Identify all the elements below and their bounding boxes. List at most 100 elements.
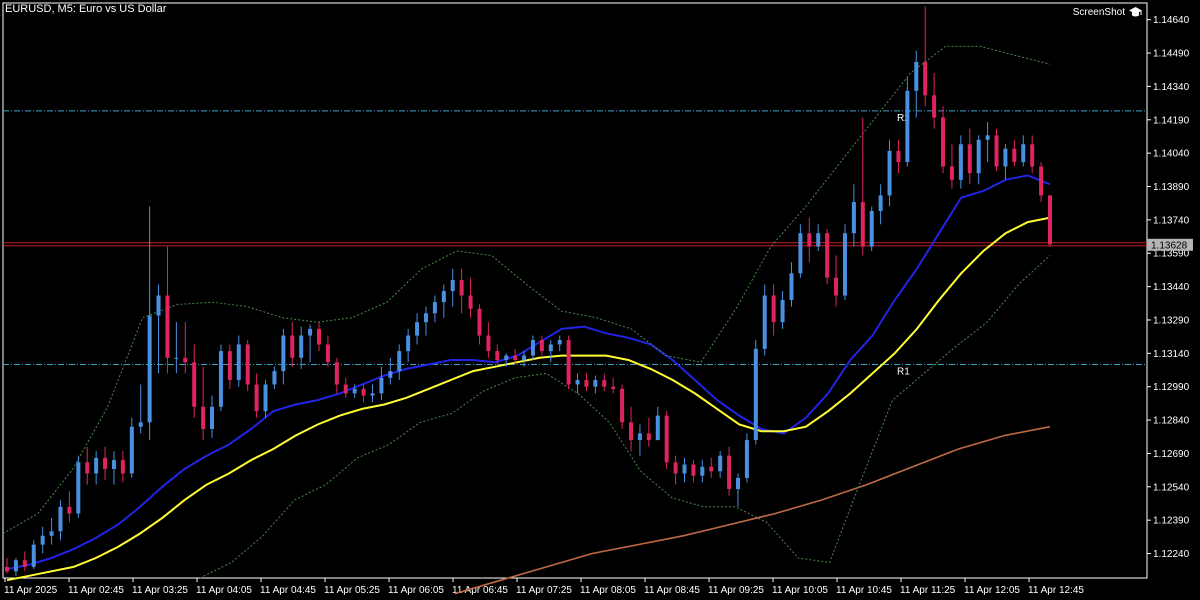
candle-body [593, 380, 598, 387]
candle-body [611, 386, 616, 389]
candle-body [575, 380, 580, 385]
candle [611, 377, 616, 394]
candle [343, 377, 348, 398]
candle [468, 277, 473, 318]
candle [530, 335, 535, 361]
candle [192, 344, 197, 418]
candle [682, 457, 687, 483]
candle-body [397, 351, 402, 372]
candle-body [76, 462, 81, 514]
mortarboard-icon [1129, 7, 1142, 17]
candle [744, 433, 749, 483]
candle-body [967, 144, 972, 174]
candle [5, 557, 9, 574]
candle-body [254, 384, 259, 412]
candle [896, 139, 901, 174]
candle-body [825, 233, 830, 278]
candle [397, 344, 402, 381]
candle [227, 344, 232, 389]
candle [1048, 195, 1052, 247]
candle-body [423, 313, 428, 323]
candle [165, 246, 170, 374]
candle-body [343, 384, 348, 394]
candle-body [477, 308, 482, 336]
candle-body [923, 61, 928, 96]
candle-body [709, 466, 714, 472]
candle-body [31, 544, 36, 567]
candle [646, 417, 651, 447]
x-axis: 11 Apr 2025 11 Apr 02:45 11 Apr 03:25 11 Ap… [4, 578, 1084, 596]
candle [147, 206, 152, 441]
candle [111, 451, 116, 485]
candle-body [138, 422, 143, 427]
candle-body [548, 344, 553, 352]
candle [450, 268, 455, 307]
y-tick-label: 1.13890 [1153, 182, 1190, 193]
candle-body [673, 462, 678, 474]
price-chart[interactable]: 1.14640 1.14490 1.14340 1.14190 1.14040 1.138… [0, 0, 1200, 600]
candle-body [584, 380, 589, 387]
candle [780, 291, 785, 329]
candle-body [227, 351, 232, 381]
candle-body [290, 335, 295, 358]
candle [210, 395, 215, 438]
candle [1003, 144, 1008, 180]
candle [923, 6, 928, 107]
candle-body [450, 279, 455, 292]
candle-body [361, 388, 366, 396]
series-line-ma-long [454, 425, 1051, 595]
candle [236, 335, 241, 387]
candle-body [299, 335, 304, 358]
x-tick-label: 11 Apr 10:05 [772, 585, 828, 596]
candle-body [789, 273, 794, 300]
candle [31, 540, 36, 570]
candle-body [566, 339, 571, 385]
y-tick-label: 1.12240 [1153, 549, 1190, 560]
candle [459, 268, 464, 314]
candle-body [976, 139, 981, 174]
candle [914, 50, 919, 118]
candle [539, 335, 544, 356]
candle [869, 206, 874, 252]
candle-body [932, 95, 937, 118]
candle-body [432, 302, 437, 314]
candle-body [860, 202, 865, 247]
candle-body [406, 335, 411, 352]
candle-body [379, 377, 384, 394]
screenshot-watermark: ScreenShot [1073, 7, 1142, 18]
candle [40, 526, 45, 554]
candle [317, 322, 322, 352]
candle-body [129, 426, 134, 474]
candle-body [914, 61, 919, 91]
candle-body [388, 371, 393, 378]
candle-body [495, 351, 500, 361]
x-tick-label: 11 Apr 10:45 [836, 585, 892, 596]
y-tick-label: 1.12990 [1153, 382, 1190, 393]
candle-body [352, 388, 357, 394]
candle-body [718, 455, 723, 472]
candle-body [308, 328, 313, 336]
candle-body [174, 357, 179, 359]
candle [379, 366, 384, 401]
candle [718, 451, 723, 478]
x-tick-label: 11 Apr 11:25 [900, 585, 956, 596]
candle-body [325, 344, 330, 363]
candle-body [816, 233, 821, 247]
candle-body [1021, 144, 1026, 163]
x-tick-label: 11 Apr 12:05 [964, 585, 1020, 596]
candle-body [201, 406, 206, 429]
candle-body [771, 295, 776, 323]
candle [842, 224, 847, 300]
candle [76, 455, 81, 518]
candle-body [120, 460, 125, 474]
candle-body [682, 464, 687, 474]
y-tick-label: 1.13290 [1153, 315, 1190, 326]
x-tick-label: 11 Apr 03:25 [132, 585, 188, 596]
candle [174, 322, 179, 374]
x-tick-label: 11 Apr 08:45 [644, 585, 700, 596]
candle-body [637, 433, 642, 441]
candle-body [629, 422, 634, 441]
candle [423, 306, 428, 336]
candle [58, 500, 63, 541]
candle [807, 217, 812, 263]
